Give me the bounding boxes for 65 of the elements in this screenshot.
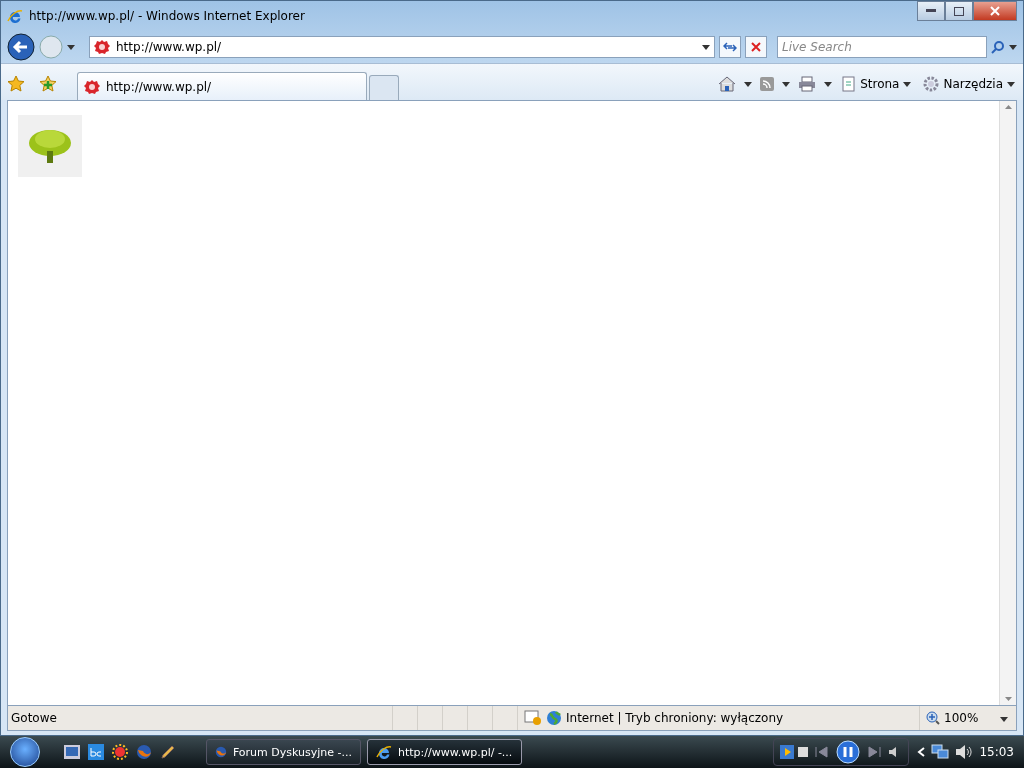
speaker-icon[interactable]	[955, 744, 974, 760]
stop-icon	[751, 42, 761, 52]
scroll-up-icon[interactable]	[1004, 105, 1012, 109]
search-field[interactable]: Live Search	[777, 36, 987, 58]
browser-logo-icon	[7, 8, 23, 24]
network-icon[interactable]	[931, 744, 950, 760]
back-button[interactable]	[7, 33, 35, 61]
media-player-controls[interactable]	[773, 738, 910, 766]
page-menu[interactable]: Strona	[840, 74, 914, 94]
page-icon	[842, 76, 857, 92]
logo-tile[interactable]	[18, 115, 82, 177]
minimize-icon	[926, 9, 936, 13]
scroll-down-icon[interactable]	[1004, 697, 1012, 701]
sun-icon[interactable]	[112, 744, 128, 760]
desktop-icon[interactable]	[64, 745, 80, 759]
stop-button[interactable]	[745, 36, 767, 58]
maximize-icon	[954, 6, 964, 16]
popup-warning-icon	[524, 710, 542, 726]
fox-globe-icon	[215, 744, 227, 760]
taskbar-window-button[interactable]: Forum Dyskusyjne -...	[206, 739, 361, 765]
caret-icon[interactable]	[1009, 44, 1017, 50]
browser-logo-icon	[376, 744, 392, 760]
maximize-button[interactable]	[945, 1, 973, 21]
minimize-button[interactable]	[917, 1, 945, 21]
pencil-icon[interactable]	[160, 744, 176, 760]
browser-tab[interactable]: http://www.wp.pl/	[77, 72, 367, 100]
zoom-icon	[926, 711, 940, 725]
caret-icon[interactable]	[702, 44, 710, 50]
security-zone-text: Internet | Tryb chroniony: wyłączony	[566, 711, 784, 725]
caret-icon[interactable]	[1000, 717, 1008, 722]
caret-icon[interactable]	[744, 81, 753, 87]
feed-icon[interactable]	[760, 77, 775, 91]
clock-text[interactable]: 15:03	[979, 745, 1014, 759]
close-button[interactable]	[973, 1, 1017, 21]
status-text: Gotowe	[10, 711, 58, 725]
tree-icon	[27, 127, 73, 165]
globe-icon	[546, 710, 562, 726]
caret-icon[interactable]	[903, 81, 912, 87]
printer-icon[interactable]	[798, 76, 817, 92]
caret-icon[interactable]	[824, 81, 833, 87]
window-title: http://www.wp.pl/ - Windows Internet Explorer	[29, 9, 305, 23]
media-player-icon[interactable]	[780, 745, 795, 759]
tools-menu[interactable]: Narzędzia	[921, 74, 1017, 94]
home-icon[interactable]	[718, 76, 737, 92]
add-favorite-icon[interactable]	[39, 75, 57, 93]
stop-icon[interactable]	[798, 747, 809, 757]
chevron-icon[interactable]	[917, 747, 926, 757]
refresh-icon	[723, 41, 737, 53]
close-icon	[990, 6, 1000, 16]
fox-globe-icon[interactable]	[136, 744, 152, 760]
pause-icon[interactable]	[836, 740, 861, 764]
favorites-star-icon[interactable]	[7, 75, 25, 93]
gear-icon	[923, 76, 940, 92]
search-icon[interactable]	[991, 40, 1005, 54]
taskbar-window-button[interactable]: http://www.wp.pl/ -...	[367, 739, 522, 765]
site-favicon-icon	[94, 39, 110, 55]
app-icon[interactable]	[88, 744, 104, 760]
caret-icon[interactable]	[782, 81, 791, 87]
zoom-control[interactable]: 100%	[919, 706, 1016, 730]
caret-icon[interactable]	[1007, 81, 1015, 87]
start-button[interactable]	[10, 737, 40, 767]
site-favicon-icon	[84, 78, 100, 95]
caret-icon[interactable]	[67, 44, 75, 50]
address-field[interactable]: http://www.wp.pl/	[89, 36, 715, 58]
refresh-button[interactable]	[719, 36, 741, 58]
